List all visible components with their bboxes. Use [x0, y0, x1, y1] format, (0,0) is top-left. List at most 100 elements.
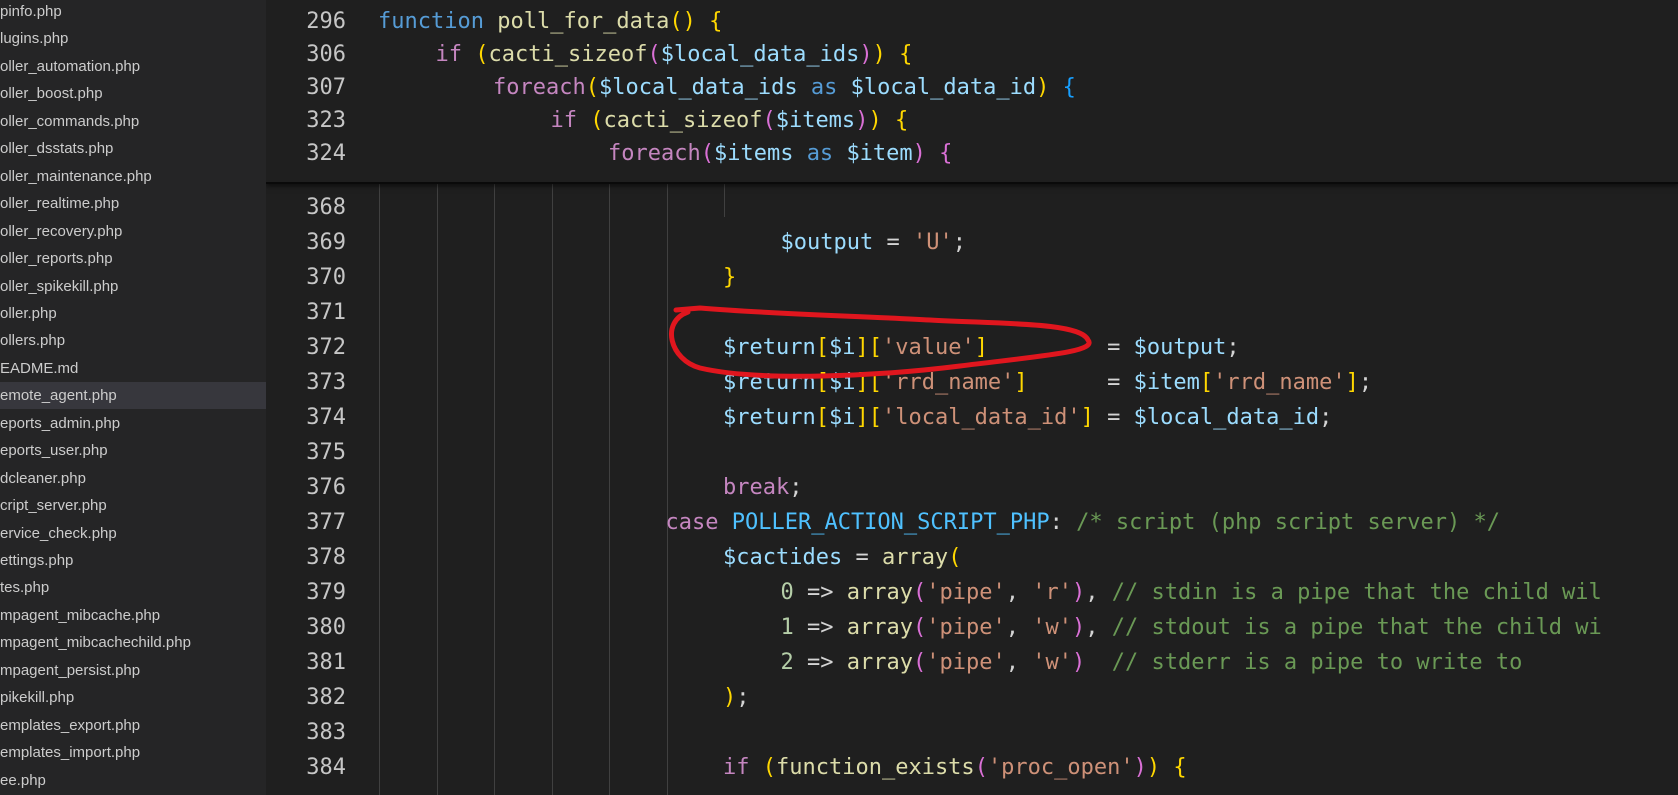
file-item[interactable]: mpagent_mibcachechild.php [0, 629, 266, 656]
file-item[interactable]: oller_commands.php [0, 108, 266, 135]
code-line[interactable]: 382); [266, 680, 1678, 715]
code-line[interactable]: 369 $output = 'U'; [266, 225, 1678, 260]
line-number: 368 [306, 195, 346, 220]
code-token: ( [912, 580, 927, 605]
file-item[interactable]: oller_recovery.php [0, 218, 266, 245]
file-item-label: ervice_check.php [0, 524, 117, 542]
code-token: ) [1071, 580, 1086, 605]
code-line[interactable]: 323 if (cacti_sizeof($items)) { [266, 103, 1678, 138]
line-number: 377 [306, 510, 346, 535]
code-text: $return[$i]['rrd_name'] = $item['rrd_nam… [723, 365, 1372, 400]
code-line[interactable]: 371 [266, 295, 1678, 330]
file-item[interactable]: oller_maintenance.php [0, 163, 266, 190]
code-text: } [723, 260, 736, 295]
code-token: $return [723, 405, 816, 430]
file-item[interactable]: emplates_export.php [0, 712, 266, 739]
file-item[interactable]: oller_automation.php [0, 53, 266, 80]
code-token: = [987, 335, 1134, 360]
file-item-label: oller_spikekill.php [0, 277, 119, 295]
file-item[interactable]: ervice_check.php [0, 520, 266, 547]
file-item[interactable]: eports_admin.php [0, 410, 266, 437]
file-item[interactable]: mpagent_mibcache.php [0, 602, 266, 629]
code-token: poll_for_data [497, 9, 670, 34]
file-item[interactable]: EADME.md [0, 355, 266, 382]
file-item-label: oller_reports.php [0, 250, 113, 268]
code-line[interactable]: 378 $cactides = array( [266, 540, 1678, 575]
file-item[interactable]: mpagent_persist.php [0, 657, 266, 684]
code-token: ) [1133, 755, 1147, 780]
line-number: 324 [306, 141, 346, 166]
code-text: 2 => array('pipe', 'w') // stderr is a p… [781, 645, 1523, 680]
file-item[interactable]: ollers.php [0, 327, 266, 354]
file-item[interactable]: dcleaner.php [0, 465, 266, 492]
code-line[interactable]: 368 [266, 190, 1678, 225]
file-item[interactable]: oller_realtime.php [0, 190, 266, 217]
code-token: ( [475, 42, 489, 67]
file-item-label: ollers.php [0, 332, 66, 350]
file-item[interactable]: lugins.php [0, 25, 266, 52]
code-line[interactable]: 377 case POLLER_ACTION_SCRIPT_PHP: /* scr… [266, 505, 1678, 540]
code-token: 'r' [1032, 580, 1072, 605]
file-item[interactable]: ee.php [0, 767, 266, 794]
code-line[interactable]: 324 foreach($items as $item) { [266, 136, 1678, 171]
code-token: { [939, 141, 953, 166]
code-token: as [810, 75, 851, 100]
code-token: ) [1071, 650, 1086, 675]
code-token: : [1049, 510, 1077, 535]
code-token: ; [736, 685, 750, 710]
file-item[interactable]: oller.php [0, 300, 266, 327]
code-token: cacti_sizeof [488, 42, 648, 67]
file-item[interactable]: oller_dsstats.php [0, 135, 266, 162]
code-token: ) [912, 141, 926, 166]
code-line[interactable]: 376 break; [266, 470, 1678, 505]
file-item[interactable]: cript_server.php [0, 492, 266, 519]
code-line[interactable]: 381 2 => array('pipe', 'w') // stderr is … [266, 645, 1678, 680]
code-token: $output [780, 230, 887, 255]
code-token: // stdin is a pipe that the child wil [1111, 580, 1602, 605]
code-line[interactable]: 379 0 => array('pipe', 'r'), // stdin is … [266, 575, 1678, 610]
code-token: ( [585, 75, 599, 100]
code-token: ( [700, 141, 714, 166]
line-number: 382 [306, 685, 346, 710]
code-text: $cactides = array( [723, 540, 961, 575]
code-line[interactable]: 306 if (cacti_sizeof($local_data_ids)) { [266, 37, 1678, 72]
code-token: $return [723, 335, 816, 360]
file-item[interactable]: oller_reports.php [0, 245, 266, 272]
code-line[interactable]: 383 [266, 715, 1678, 750]
code-line[interactable]: 372 $return[$i]['value'] = $output; [266, 330, 1678, 365]
code-line[interactable]: 370} [266, 260, 1678, 295]
code-line[interactable]: 374 $return[$i]['local_data_id'] = $local… [266, 400, 1678, 435]
line-number: 306 [306, 42, 346, 67]
code-line[interactable]: 380 1 => array('pipe', 'w'), // stdout is… [266, 610, 1678, 645]
line-number: 379 [306, 580, 346, 605]
code-token: 0 [780, 580, 807, 605]
code-line[interactable]: 384 if (function_exists('proc_open')) { [266, 750, 1678, 785]
code-editor[interactable]: 367}368369$output = 'U';370}371372$retur… [266, 0, 1678, 795]
code-text: foreach($items as $item) { [608, 136, 952, 171]
file-item[interactable]: tes.php [0, 574, 266, 601]
file-item[interactable]: oller_boost.php [0, 80, 266, 107]
code-token: , [1005, 615, 1033, 640]
code-token: array [881, 545, 949, 570]
code-line[interactable]: 373 $return[$i]['rrd_name'] = $item['rrd_… [266, 365, 1678, 400]
file-item[interactable]: pinfo.php [0, 0, 266, 25]
sticky-scroll-header[interactable]: 296 function poll_for_data() {306 if (cact… [266, 0, 1678, 182]
file-item[interactable]: oller_spikekill.php [0, 273, 266, 300]
code-token: ( [762, 755, 776, 780]
code-token: array [846, 615, 913, 640]
code-line[interactable]: 375 [266, 435, 1678, 470]
file-item[interactable]: ettings.php [0, 547, 266, 574]
line-number: 296 [306, 9, 346, 34]
file-item[interactable]: pikekill.php [0, 684, 266, 711]
code-token: [ [815, 335, 829, 360]
code-line[interactable]: 307 foreach($local_data_ids as $local_dat… [266, 70, 1678, 105]
code-token: () { [669, 9, 723, 34]
file-item[interactable]: emote_agent.php [0, 382, 266, 410]
code-line[interactable]: 296 function poll_for_data() { [266, 4, 1678, 39]
file-item-label: ettings.php [0, 552, 74, 569]
file-item-label: oller_maintenance.php [0, 167, 152, 185]
file-item[interactable]: eports_user.php [0, 437, 266, 464]
code-token: POLLER_ACTION_SCRIPT_PHP [731, 510, 1050, 535]
file-item[interactable]: emplates_import.php [0, 739, 266, 766]
file-item-label: eports_admin.php [0, 414, 121, 432]
